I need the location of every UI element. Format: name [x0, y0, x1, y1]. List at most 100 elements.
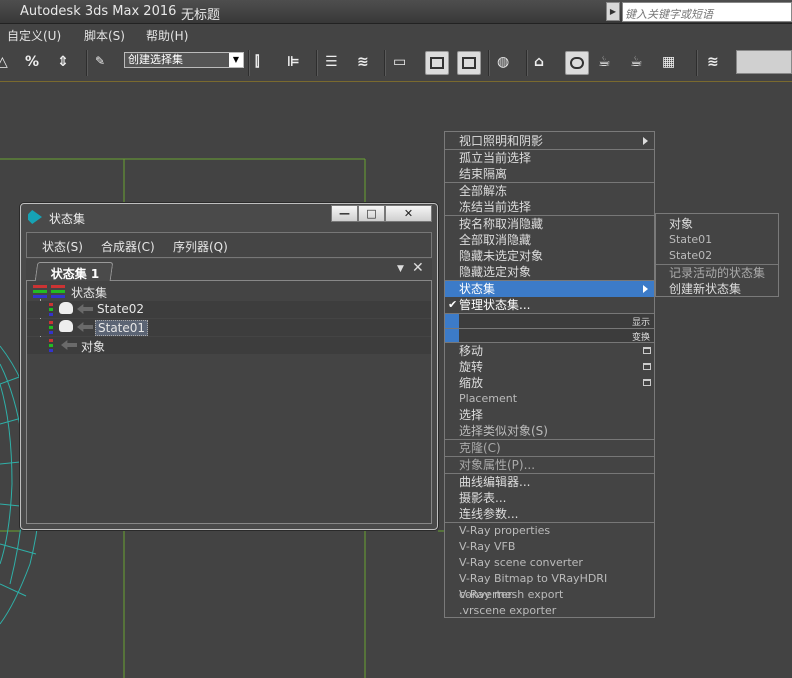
render-activeshade-icon[interactable]: ▦	[661, 51, 685, 75]
settings-box-icon[interactable]	[643, 347, 651, 354]
spinner-snap-icon[interactable]: ⇕	[56, 51, 80, 75]
layer-explorer-icon[interactable]: ☰	[324, 51, 348, 75]
menu-help[interactable]: 帮助(H)	[146, 27, 188, 44]
graphite-ribbon-icon[interactable]: ▭	[392, 51, 416, 75]
percent-snap-icon[interactable]: %	[24, 51, 48, 75]
menu-item-wire-parameters[interactable]: 连线参数...	[445, 506, 654, 522]
menu-item-scale[interactable]: 缩放	[445, 375, 654, 391]
menu-item-rotate[interactable]: 旋转	[445, 359, 654, 375]
menu-item-vray-vfb[interactable]: V-Ray VFB	[445, 539, 654, 555]
menu-item-hide-selection[interactable]: 隐藏选定对象	[445, 264, 654, 280]
render-setup-icon[interactable]: ⌂	[533, 51, 557, 75]
menu-compositor[interactable]: 合成器(C)	[101, 238, 155, 255]
checkmark-icon: ✔	[448, 298, 458, 311]
dialog-title-bar[interactable]: 状态集 — □ ✕	[21, 204, 437, 228]
dialog-title: 状态集	[49, 212, 86, 226]
quad-header-transform: 变换	[445, 329, 654, 343]
named-selection-set-dropdown[interactable]: 创建选择集 ▼	[124, 52, 244, 68]
menu-item-manage-state-sets[interactable]: ✔ 管理状态集...	[445, 297, 654, 313]
render-production-icon[interactable]: ☕	[597, 51, 621, 75]
teapot-icon	[59, 320, 73, 332]
quad-menu: 视口照明和阴影 孤立当前选择 结束隔离 全部解冻 冻结当前选择 按名称取消隐藏 …	[444, 131, 655, 618]
menu-item-placement[interactable]: Placement	[445, 391, 654, 407]
tree-row-root[interactable]: 状态集	[27, 283, 431, 300]
menu-item-vray-properties[interactable]: V-Ray properties	[445, 523, 654, 539]
menu-item-vray-scene-converter[interactable]: V-Ray scene converter	[445, 555, 654, 571]
submenu-item-objects[interactable]: 对象	[656, 216, 778, 232]
maximize-button[interactable]: □	[358, 205, 385, 222]
menu-item-isolate-selection[interactable]: 孤立当前选择	[445, 150, 654, 166]
arrow-left-icon	[77, 322, 93, 332]
menu-script[interactable]: 脚本(S)	[84, 27, 125, 44]
chevron-down-icon[interactable]: ▼	[397, 264, 404, 274]
arrow-left-icon	[77, 304, 93, 314]
submenu-item-record-active[interactable]: 记录活动的状态集	[656, 265, 778, 281]
menu-item-move[interactable]: 移动	[445, 343, 654, 359]
dialog-menu-bar: 状态(S) 合成器(C) 序列器(Q)	[26, 232, 432, 258]
layer-toolbar-icon[interactable]: ≋	[706, 51, 730, 75]
arrow-left-icon	[61, 340, 77, 350]
tab-state-set-1[interactable]: 状态集 1	[34, 262, 114, 281]
menu-item-dope-sheet[interactable]: 摄影表...	[445, 490, 654, 506]
state-color-icon	[49, 303, 53, 316]
menu-item-select-similar[interactable]: 选择类似对象(S)	[445, 423, 654, 439]
menu-item-hide-unselected[interactable]: 隐藏未选定对象	[445, 248, 654, 264]
submenu-item-state01[interactable]: State01	[656, 232, 778, 248]
menu-states[interactable]: 状态(S)	[42, 238, 83, 255]
menu-item-clone[interactable]: 克隆(C)	[445, 440, 654, 456]
mirror-icon[interactable]: ⫿	[254, 51, 278, 75]
tree-root-label: 状态集	[71, 286, 108, 300]
menu-item-freeze-selection[interactable]: 冻结当前选择	[445, 199, 654, 215]
state-set-icon	[33, 285, 47, 298]
menu-item-vrscene-exporter[interactable]: .vrscene exporter	[445, 603, 654, 619]
tree-row-state01[interactable]: State01	[27, 319, 431, 336]
menu-item-end-isolate[interactable]: 结束隔离	[445, 166, 654, 182]
menu-item-object-properties[interactable]: 对象属性(P)...	[445, 457, 654, 473]
layer-manager-icon[interactable]: ≋	[356, 51, 380, 75]
menu-item-unfreeze-all[interactable]: 全部解冻	[445, 183, 654, 199]
search-input[interactable]: 键入关键字或短语	[622, 2, 792, 22]
close-button[interactable]: ✕	[385, 205, 432, 222]
edit-named-selection-icon[interactable]: ✎	[94, 51, 118, 75]
document-title: 无标题	[181, 8, 221, 23]
align-icon[interactable]: ⊫	[286, 51, 310, 75]
submenu-item-create-new[interactable]: 创建新状态集	[656, 281, 778, 297]
menu-bar: 自定义(U) 脚本(S) 帮助(H)	[0, 24, 792, 44]
state-label-selected: State01	[95, 320, 149, 336]
app-logo-icon	[28, 210, 42, 224]
material-editor-icon[interactable]: ◍	[496, 51, 520, 75]
menu-item-vray-bitmap-converter[interactable]: V-Ray Bitmap to VRayHDRI converter	[445, 571, 654, 601]
state-color-icon	[49, 321, 53, 334]
chevron-down-icon: ▼	[229, 53, 243, 67]
menu-item-select[interactable]: 选择	[445, 407, 654, 423]
menu-item-vray-mesh-export[interactable]: V-Ray mesh export	[445, 587, 654, 603]
menu-item-curve-editor[interactable]: 曲线编辑器...	[445, 474, 654, 490]
state-sets-dialog: 状态集 — □ ✕ 状态(S) 合成器(C) 序列器(Q) 状态集 1 ▼ ✕ …	[20, 203, 438, 530]
settings-box-icon[interactable]	[643, 379, 651, 386]
submenu-arrow-icon	[643, 285, 648, 293]
settings-box-icon[interactable]	[643, 363, 651, 370]
angle-snap-icon[interactable]: △	[0, 51, 20, 75]
search-expand-icon[interactable]: ▶	[606, 2, 620, 21]
submenu-item-state02[interactable]: State02	[656, 248, 778, 264]
render-frame-icon[interactable]	[565, 51, 589, 75]
state-sets-submenu: 对象 State01 State02 记录活动的状态集 创建新状态集	[655, 213, 779, 297]
close-tab-icon[interactable]: ✕	[412, 260, 424, 276]
tree-row-state02[interactable]: State02	[27, 301, 431, 318]
layer-dropdown[interactable]	[736, 50, 792, 74]
state-label: State02	[97, 302, 145, 316]
menu-item-viewport-lighting[interactable]: 视口照明和阴影	[445, 133, 654, 149]
quad-header-display: 显示	[445, 314, 654, 330]
render-iterative-icon[interactable]: ☕	[629, 51, 653, 75]
curve-editor-icon[interactable]	[425, 51, 449, 75]
menu-item-state-sets[interactable]: 状态集	[445, 281, 654, 297]
menu-item-unhide-all[interactable]: 全部取消隐藏	[445, 232, 654, 248]
submenu-arrow-icon	[643, 137, 648, 145]
schematic-view-icon[interactable]	[457, 51, 481, 75]
menu-sequencer[interactable]: 序列器(Q)	[173, 238, 228, 255]
minimize-button[interactable]: —	[331, 205, 358, 222]
menu-item-unhide-by-name[interactable]: 按名称取消隐藏	[445, 216, 654, 232]
tree-row-objects[interactable]: 对象	[27, 337, 431, 354]
menu-customize[interactable]: 自定义(U)	[7, 27, 61, 44]
add-state-icon[interactable]	[51, 285, 65, 298]
